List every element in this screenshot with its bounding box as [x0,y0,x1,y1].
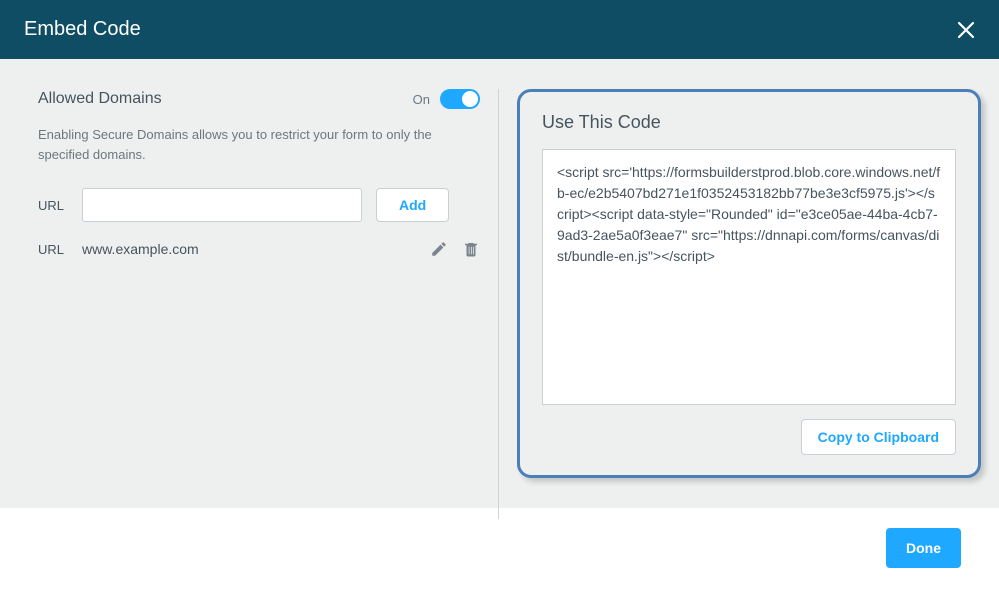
edit-icon[interactable] [430,240,448,258]
copy-to-clipboard-button[interactable]: Copy to Clipboard [801,419,956,455]
section-header-row: Allowed Domains On [38,89,480,109]
dialog-header: Embed Code [0,0,999,59]
dialog-title: Embed Code [24,18,141,41]
url-input[interactable] [82,188,362,222]
code-panel: Use This Code <script src='https://forms… [517,89,981,478]
add-button[interactable]: Add [376,188,449,222]
dialog-footer: Done [0,508,999,588]
section-title: Allowed Domains [38,90,162,108]
domain-row: URL www.example.com [38,240,480,258]
allowed-domains-toggle[interactable] [440,89,480,109]
delete-icon[interactable] [462,240,480,258]
domain-value: www.example.com [82,241,416,257]
url-label: URL [38,198,68,213]
url-input-row: URL Add [38,188,480,222]
close-icon[interactable] [957,21,975,39]
embed-code-section: Use This Code <script src='https://forms… [499,89,989,508]
toggle-state-label: On [413,92,430,107]
done-button[interactable]: Done [886,528,961,568]
copy-row: Copy to Clipboard [542,419,956,455]
toggle-group: On [413,89,480,109]
code-panel-title: Use This Code [542,112,956,133]
domain-row-label: URL [38,242,68,257]
code-textarea[interactable]: <script src='https://formsbuilderstprod.… [542,149,956,405]
dialog-content: Allowed Domains On Enabling Secure Domai… [0,59,999,508]
allowed-domains-section: Allowed Domains On Enabling Secure Domai… [38,89,498,508]
help-text: Enabling Secure Domains allows you to re… [38,125,458,164]
